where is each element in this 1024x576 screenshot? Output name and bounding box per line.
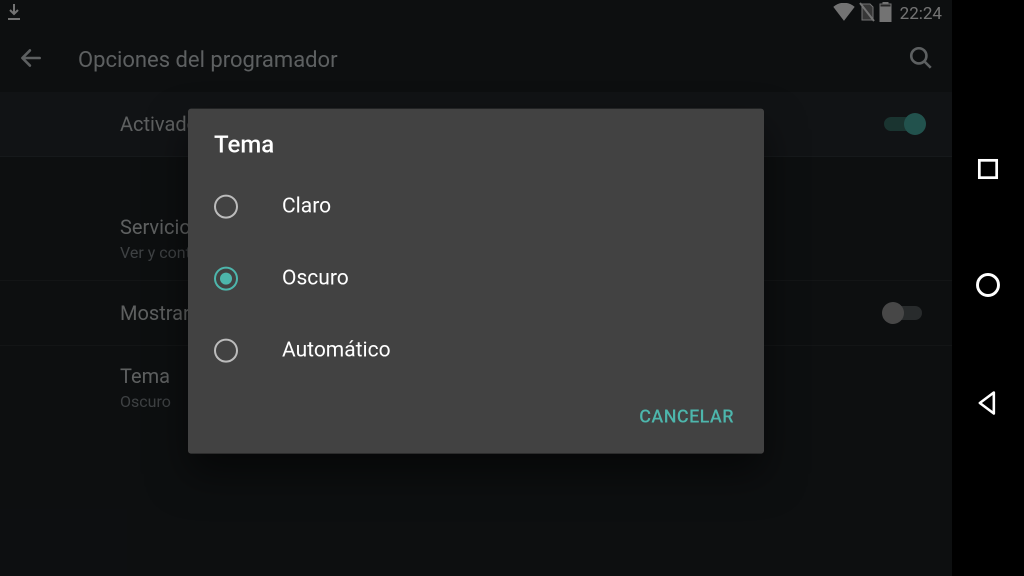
option-automatico[interactable]: Automático (188, 315, 764, 387)
nav-back-icon[interactable] (974, 389, 1002, 421)
option-label: Automático (282, 339, 391, 363)
option-claro[interactable]: Claro (188, 171, 764, 243)
radio-icon (214, 195, 238, 219)
dialog-title: Tema (188, 131, 764, 165)
option-label: Oscuro (282, 267, 349, 291)
option-oscuro[interactable]: Oscuro (188, 243, 764, 315)
nav-home-icon[interactable] (974, 271, 1002, 303)
cancel-button[interactable]: CANCELAR (627, 397, 746, 438)
option-label: Claro (282, 195, 331, 219)
system-navbar (952, 0, 1024, 576)
theme-dialog: Tema Claro Oscuro Automático CANCELAR (188, 109, 764, 454)
app-screen: 22:24 Opciones del programador Activado … (0, 0, 952, 576)
radio-icon (214, 339, 238, 363)
nav-recent-icon[interactable] (975, 156, 1001, 186)
dialog-options: Claro Oscuro Automático (188, 165, 764, 387)
radio-icon (214, 267, 238, 291)
